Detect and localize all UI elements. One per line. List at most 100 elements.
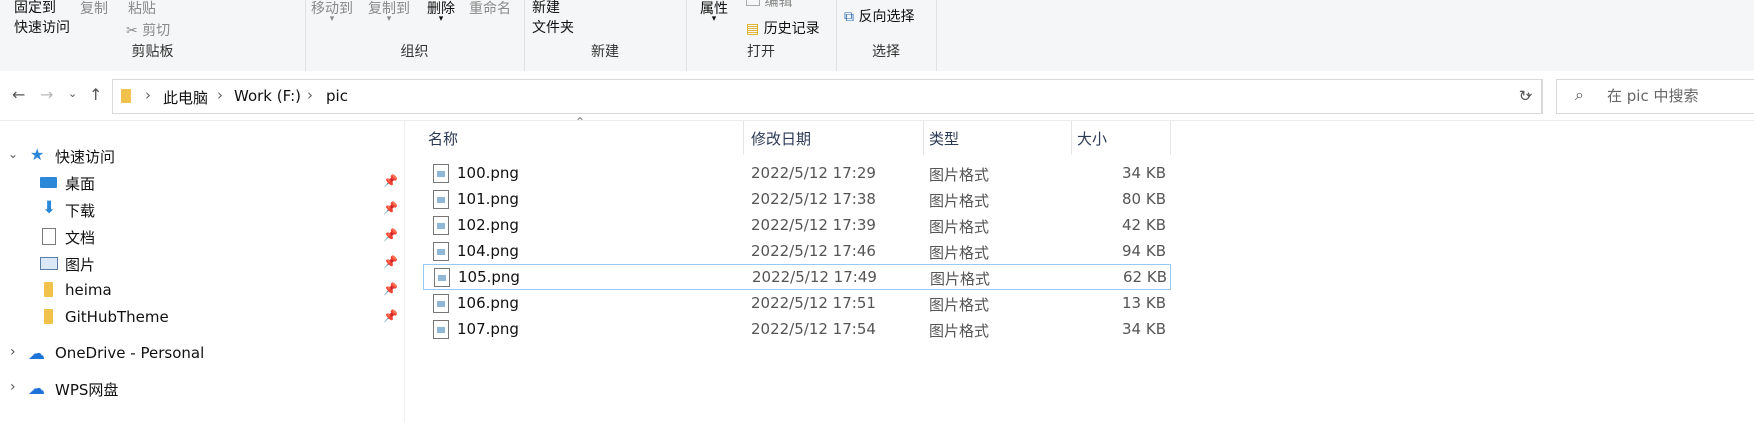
nav-item-downloads[interactable]: ⬇ 下载 📌 [0,197,404,223]
search-icon: ⌕ [1575,85,1584,104]
ribbon-group-select: ⧉ 反向选择 选择 [836,0,937,71]
cut-button[interactable]: ✂ 剪切 [126,20,170,40]
table-row[interactable]: 101.png 2022/5/12 17:38 图片格式 80 KB [423,187,1169,211]
file-list: ⌃ 名称 修改日期 类型 大小 100.png 2022/5/12 17:29 … [405,115,1754,422]
chevron-right-icon: › [307,86,313,104]
file-name: 104.png [457,242,519,260]
properties-button[interactable]: 属性 ▾ [700,0,728,24]
breadcrumb-this-pc[interactable]: 此电脑 [163,87,208,108]
paste-button[interactable]: 粘贴 [128,0,156,18]
nav-item-label: GitHubTheme [65,308,169,326]
search-box[interactable]: ⌕ [1556,79,1754,114]
nav-item-label: 下载 [65,202,96,220]
nav-item-pictures[interactable]: 图片 📌 [0,251,404,277]
file-size: 34 KB [1122,320,1166,338]
nav-item-label: WPS网盘 [55,381,119,399]
edit-button[interactable]: 编辑 [746,0,792,11]
edit-icon [746,0,760,6]
file-size: 94 KB [1122,242,1166,260]
search-input[interactable] [1605,86,1754,106]
chevron-down-icon[interactable]: ⌄ [8,147,18,161]
nav-item-onedrive[interactable]: › ☁ OneDrive - Personal [0,341,404,367]
file-name: 107.png [457,320,519,338]
download-icon: ⬇ [42,198,57,218]
column-divider[interactable] [923,121,924,155]
file-date: 2022/5/12 17:49 [752,268,877,286]
nav-item-quick-access[interactable]: ⌄ ★ 快速访问 [0,143,404,169]
image-file-icon [433,190,449,209]
table-row-focused[interactable]: 105.png 2022/5/12 17:49 图片格式 62 KB [423,264,1171,290]
file-date: 2022/5/12 17:54 [751,320,876,338]
navigation-pane: ⌄ ★ 快速访问 桌面 📌 ⬇ 下载 📌 文档 📌 图片 📌 heima 📌 G… [0,121,405,422]
up-button[interactable]: ↑ [89,85,102,104]
move-to-button[interactable]: 移动到 ▾ [311,0,353,24]
arrow-right-icon: → [40,85,54,104]
forward-button[interactable]: → [40,85,53,104]
address-row: ← → ⌄ ↑ › 此电脑 › Work (F:) › pic ⌄ ↻ ⌕ [0,71,1754,121]
table-row[interactable]: 100.png 2022/5/12 17:29 图片格式 34 KB [423,161,1169,185]
history-button[interactable]: ▤ 历史记录 [746,18,820,38]
column-divider[interactable] [1170,121,1171,155]
image-file-icon [434,268,450,287]
chevron-right-icon[interactable]: › [10,379,16,395]
folder-icon [44,282,53,297]
invert-selection-button[interactable]: ⧉ 反向选择 [844,6,914,26]
breadcrumb-folder[interactable]: pic [326,87,348,105]
table-row[interactable]: 107.png 2022/5/12 17:54 图片格式 34 KB [423,317,1169,341]
delete-button[interactable]: 删除 ▾ [427,0,455,24]
chevron-right-icon[interactable]: › [10,344,16,360]
ribbon: 固定到 快速访问 复制 粘贴 ✂ 剪切 剪贴板 移动到 ▾ 复制到 ▾ 删除 ▾… [0,0,1754,72]
file-size: 80 KB [1122,190,1166,208]
copy-to-button[interactable]: 复制到 ▾ [368,0,410,24]
nav-item-label: 图片 [65,256,96,274]
copy-button[interactable]: 复制 [80,0,108,18]
column-header-size[interactable]: 大小 [1077,128,1107,156]
pin-to-quick-access-button[interactable]: 固定到 快速访问 [14,0,70,38]
sort-ascending-icon: ⌃ [575,115,586,129]
rename-button[interactable]: 重命名 [469,0,511,18]
nav-item-documents[interactable]: 文档 📌 [0,224,404,250]
table-row[interactable]: 106.png 2022/5/12 17:51 图片格式 13 KB [423,291,1169,315]
refresh-button[interactable]: ↻ [1508,79,1543,114]
new-folder-button[interactable]: 新建 文件夹 [532,0,574,38]
pin-icon: 📌 [383,174,398,188]
address-bar[interactable]: › 此电脑 › Work (F:) › pic ⌄ [112,79,1542,114]
file-name: 102.png [457,216,519,234]
arrow-up-icon: ↑ [89,85,103,104]
chevron-right-icon: › [145,86,151,104]
table-row[interactable]: 102.png 2022/5/12 17:39 图片格式 42 KB [423,213,1169,237]
ribbon-group-label: 新建 [591,44,619,60]
column-header-type[interactable]: 类型 [929,128,959,156]
nav-item-githubtheme[interactable]: GitHubTheme 📌 [0,305,404,331]
star-icon: ★ [30,145,45,164]
cloud-icon: ☁ [28,344,45,364]
ribbon-group-label: 剪贴板 [131,44,174,60]
nav-item-label: OneDrive - Personal [55,344,205,362]
column-divider[interactable] [743,121,744,155]
nav-item-label: 快速访问 [55,148,116,166]
column-divider[interactable] [1071,121,1072,155]
pin-icon: 📌 [383,228,398,242]
file-date: 2022/5/12 17:29 [751,164,876,182]
ribbon-group-open: 属性 ▾ 编辑 ▤ 历史记录 打开 [686,0,837,71]
image-file-icon [433,242,449,261]
back-button[interactable]: ← [12,85,25,104]
file-name: 105.png [458,268,520,286]
file-size: 13 KB [1122,294,1166,312]
recent-locations-button[interactable]: ⌄ [68,87,77,100]
cloud-icon: ☁ [28,379,45,399]
refresh-icon: ↻ [1518,87,1532,105]
file-type: 图片格式 [929,166,990,184]
nav-item-wps[interactable]: › ☁ WPS网盘 [0,376,404,402]
nav-item-heima[interactable]: heima 📌 [0,278,404,304]
file-name: 100.png [457,164,519,182]
image-file-icon [433,216,449,235]
nav-item-desktop[interactable]: 桌面 📌 [0,170,404,196]
file-type: 图片格式 [929,244,990,262]
document-icon [42,228,56,245]
column-header-name[interactable]: 名称 [428,128,458,156]
column-header-date[interactable]: 修改日期 [751,128,811,156]
breadcrumb-drive[interactable]: Work (F:) [234,87,301,105]
table-row[interactable]: 104.png 2022/5/12 17:46 图片格式 94 KB [423,239,1169,263]
file-type: 图片格式 [930,270,991,288]
